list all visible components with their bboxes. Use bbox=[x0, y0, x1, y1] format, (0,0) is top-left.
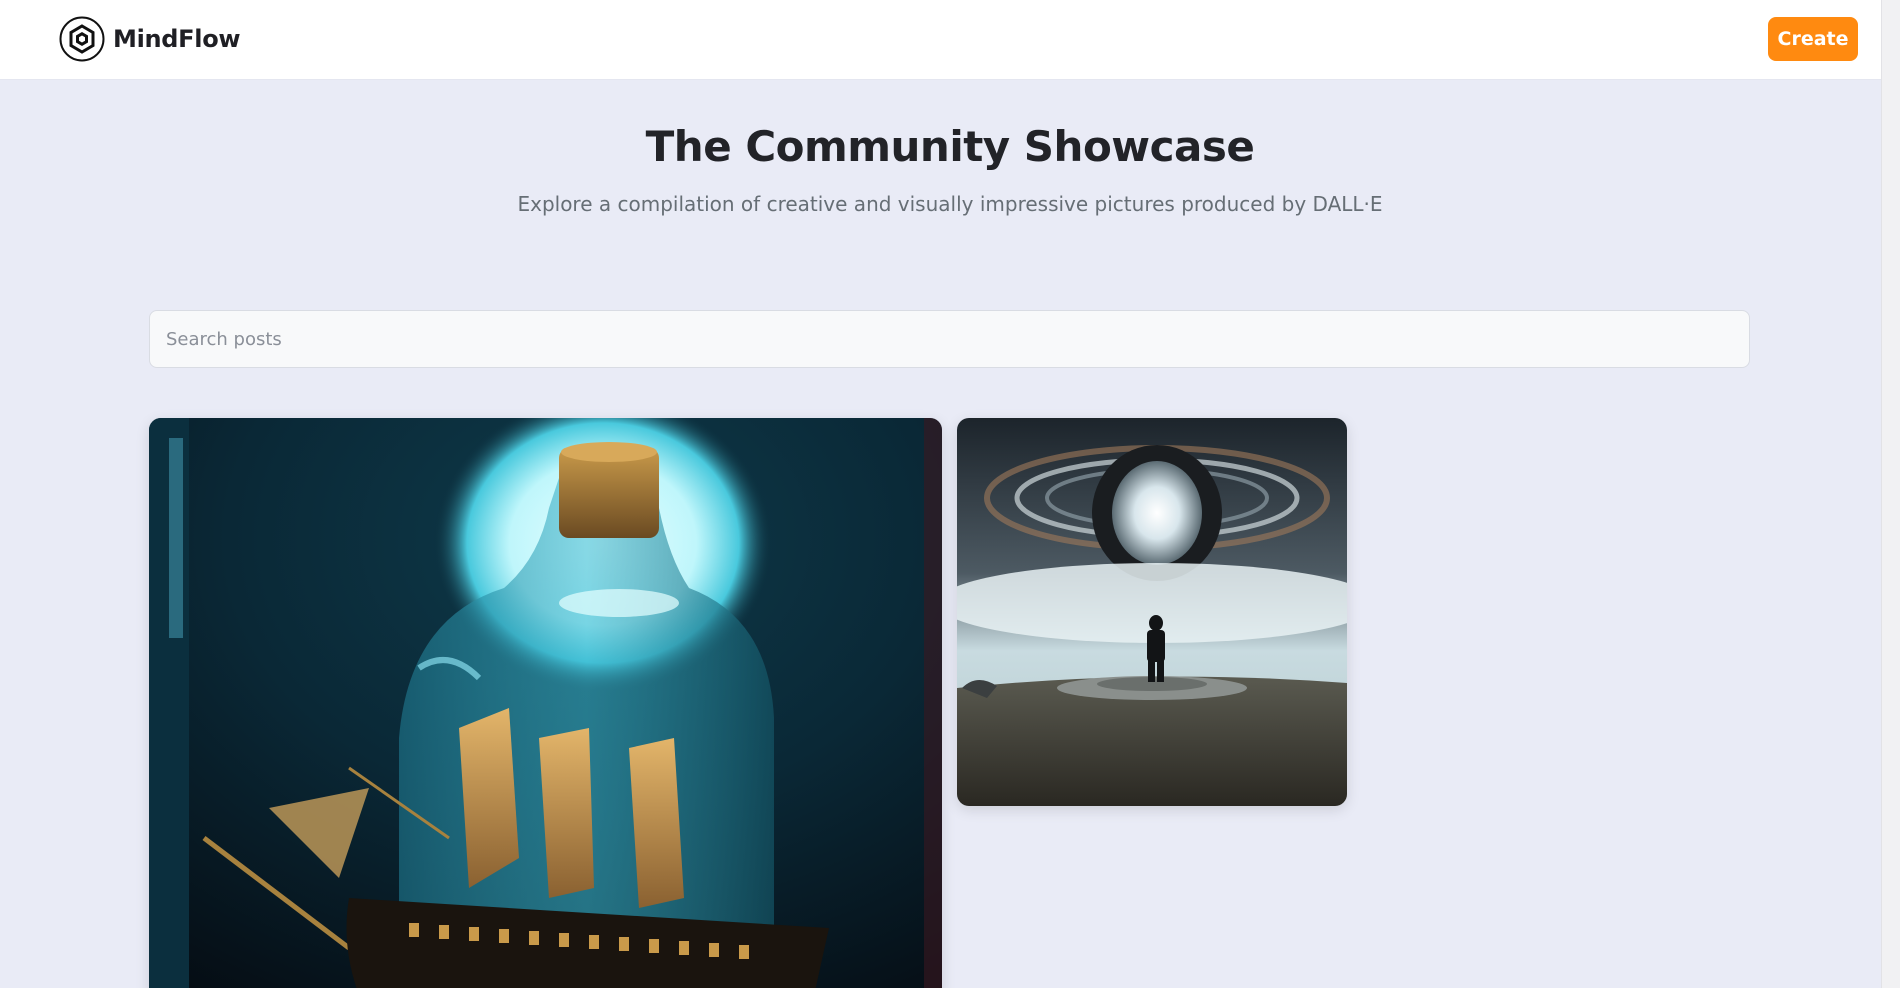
page-title: The Community Showcase bbox=[645, 122, 1255, 171]
search-input[interactable] bbox=[150, 311, 1749, 367]
portal-scene-image bbox=[957, 418, 1347, 806]
search-box bbox=[149, 310, 1750, 368]
gallery-card-ship-in-bottle[interactable] bbox=[149, 418, 942, 988]
create-button[interactable]: Create bbox=[1768, 17, 1858, 61]
page-scrollbar[interactable] bbox=[1881, 0, 1900, 988]
brand-logo[interactable]: MindFlow bbox=[59, 16, 241, 62]
mindflow-logo-icon bbox=[59, 16, 105, 62]
brand-name: MindFlow bbox=[113, 25, 241, 53]
page: MindFlow Create The Community Showcase E… bbox=[0, 0, 1900, 988]
ship-in-bottle-image bbox=[149, 418, 942, 988]
gallery-card-portal[interactable] bbox=[957, 418, 1347, 806]
page-subtitle: Explore a compilation of creative and vi… bbox=[517, 192, 1383, 216]
top-navbar: MindFlow Create bbox=[0, 0, 1882, 80]
